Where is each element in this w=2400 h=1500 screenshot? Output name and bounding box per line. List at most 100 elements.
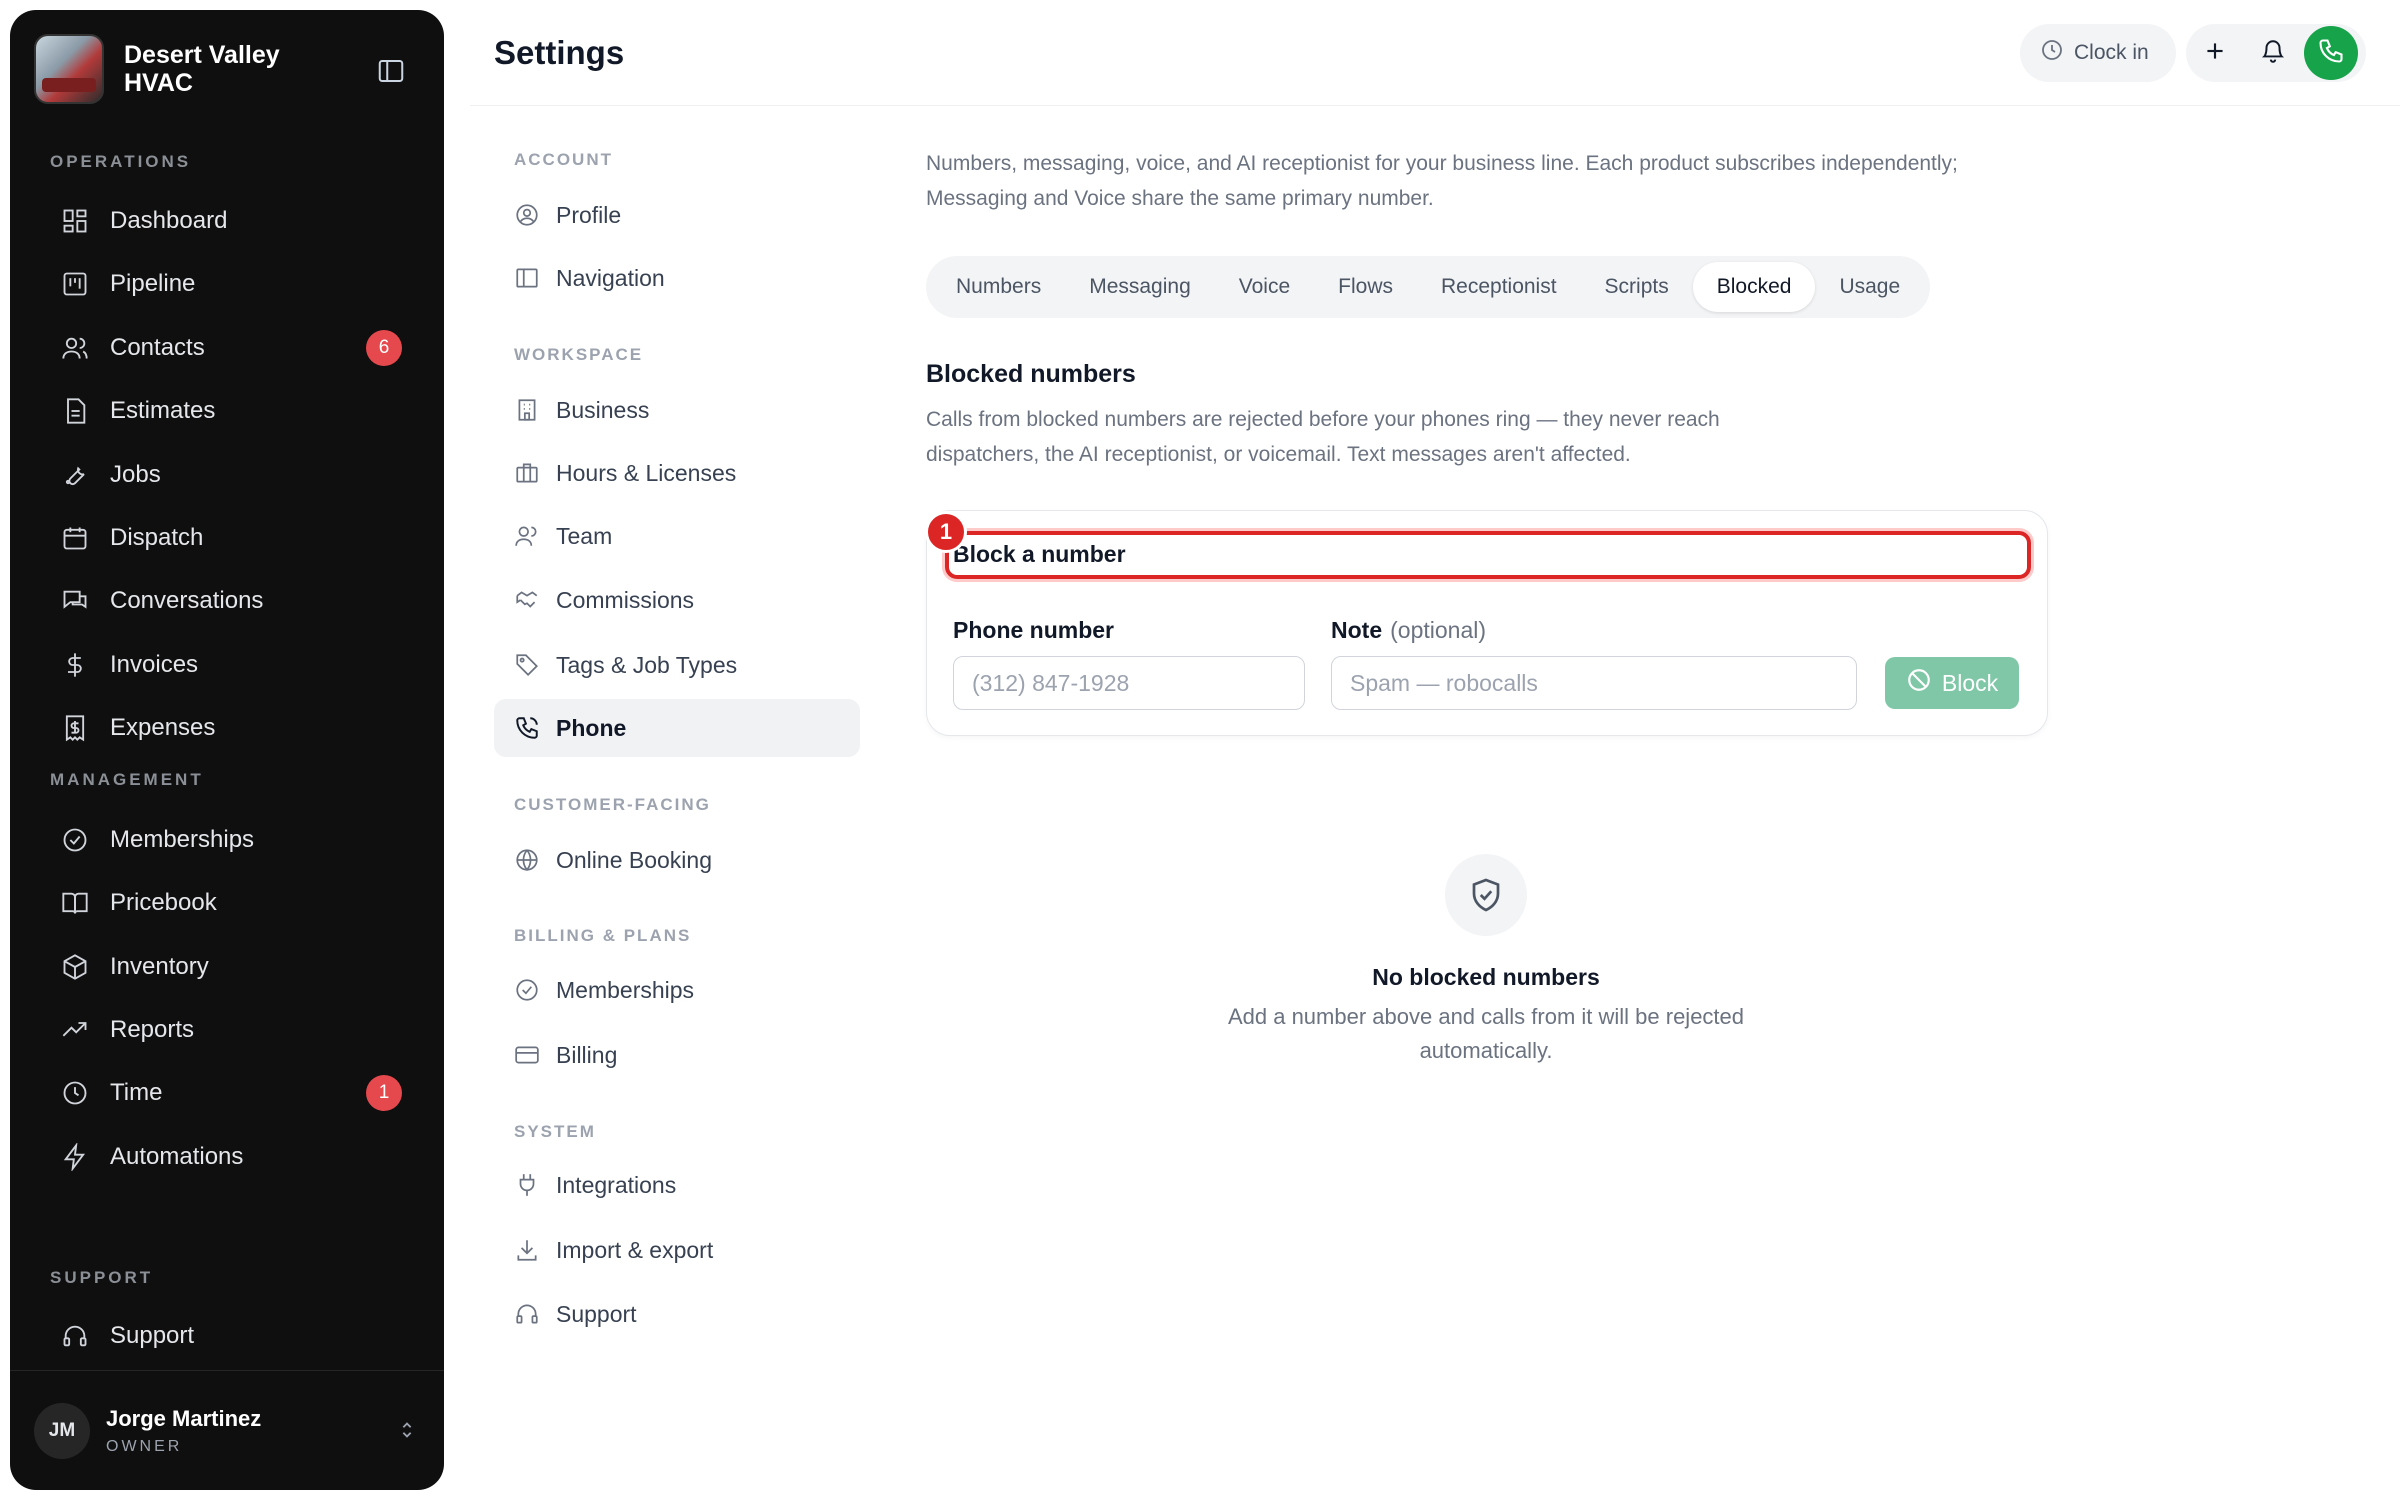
tab-receptionist[interactable]: Receptionist bbox=[1417, 262, 1581, 312]
settings-item-commissions[interactable]: Commissions bbox=[494, 571, 860, 629]
note-optional-hint: (optional) bbox=[1390, 617, 1487, 643]
clock-in-button[interactable]: Clock in bbox=[2020, 24, 2176, 82]
user-menu[interactable]: JM Jorge Martinez OWNER bbox=[10, 1370, 444, 1490]
phone-settings-intro: Numbers, messaging, voice, and AI recept… bbox=[926, 152, 1958, 210]
building-icon bbox=[512, 395, 542, 425]
sidebar-item-label: Jobs bbox=[110, 461, 161, 488]
sidebar-item-estimates[interactable]: Estimates bbox=[44, 383, 420, 439]
note-input[interactable] bbox=[1331, 656, 1857, 710]
settings-item-label: Commissions bbox=[556, 586, 695, 613]
settings-item-business[interactable]: Business bbox=[494, 381, 860, 439]
sidebar-item-pricebook[interactable]: Pricebook bbox=[44, 875, 420, 931]
settings-item-hours-licenses[interactable]: Hours & Licenses bbox=[494, 444, 860, 502]
settings-item-team[interactable]: Team bbox=[494, 507, 860, 565]
settings-item-profile[interactable]: Profile bbox=[494, 186, 860, 244]
settings-item-label: Phone bbox=[556, 714, 627, 741]
settings-section-system: SYSTEM bbox=[514, 1122, 596, 1141]
tab-numbers[interactable]: Numbers bbox=[932, 262, 1065, 312]
sidebar-item-memberships[interactable]: Memberships bbox=[44, 812, 420, 868]
check-circle-icon bbox=[512, 975, 542, 1005]
settings-item-memberships[interactable]: Memberships bbox=[494, 961, 860, 1019]
tab-usage[interactable]: Usage bbox=[1815, 262, 1924, 312]
sidebar-item-inventory[interactable]: Inventory bbox=[44, 939, 420, 995]
settings-item-import-export[interactable]: Import & export bbox=[494, 1221, 860, 1279]
block-number-card-title: Block a number bbox=[953, 541, 1126, 567]
plug-icon bbox=[512, 1170, 542, 1200]
settings-item-phone[interactable]: Phone bbox=[494, 699, 860, 757]
settings-item-label: Business bbox=[556, 396, 650, 423]
sidebar-item-contacts[interactable]: Contacts 6 bbox=[44, 320, 420, 376]
clock-in-label: Clock in bbox=[2074, 41, 2149, 64]
settings-item-integrations[interactable]: Integrations bbox=[494, 1156, 860, 1214]
settings-item-label: Import & export bbox=[556, 1236, 714, 1263]
settings-item-label: Navigation bbox=[556, 264, 665, 291]
settings-item-navigation[interactable]: Navigation bbox=[494, 249, 860, 307]
sidebar-item-time[interactable]: Time 1 bbox=[44, 1065, 420, 1121]
block-button[interactable]: Block bbox=[1885, 657, 2019, 709]
settings-item-support[interactable]: Support bbox=[494, 1285, 860, 1343]
phone-dialer-button[interactable] bbox=[2304, 26, 2358, 80]
sidebar-item-dashboard[interactable]: Dashboard bbox=[44, 193, 420, 249]
ban-icon bbox=[1906, 667, 1932, 699]
sidebar-item-expenses[interactable]: Expenses bbox=[44, 700, 420, 756]
sidebar-item-label: Contacts bbox=[110, 334, 205, 361]
clock-icon bbox=[2040, 38, 2064, 68]
settings-item-billing[interactable]: Billing bbox=[494, 1026, 860, 1084]
settings-item-label: Billing bbox=[556, 1041, 618, 1068]
sidebar-item-label: Estimates bbox=[110, 397, 216, 424]
receipt-icon bbox=[58, 711, 92, 745]
settings-item-label: Online Booking bbox=[556, 846, 712, 873]
notifications-button[interactable] bbox=[2244, 24, 2302, 82]
settings-item-tags-job-types[interactable]: Tags & Job Types bbox=[494, 636, 860, 694]
sidebar-item-invoices[interactable]: Invoices bbox=[44, 637, 420, 693]
settings-item-label: Tags & Job Types bbox=[556, 651, 738, 678]
sidebar-item-label: Invoices bbox=[110, 651, 199, 678]
settings-section-workspace: WORKSPACE bbox=[514, 345, 644, 364]
tab-scripts[interactable]: Scripts bbox=[1581, 262, 1693, 312]
brand[interactable]: Desert Valley HVAC bbox=[34, 34, 324, 104]
shield-check-icon bbox=[1445, 854, 1527, 936]
estimates-icon bbox=[58, 394, 92, 428]
settings-item-label: Integrations bbox=[556, 1171, 677, 1198]
sidebar-item-label: Pricebook bbox=[110, 889, 217, 916]
settings-item-online-booking[interactable]: Online Booking bbox=[494, 831, 860, 889]
add-button[interactable] bbox=[2186, 24, 2244, 82]
brand-logo bbox=[34, 34, 104, 104]
sidebar-item-dispatch[interactable]: Dispatch bbox=[44, 510, 420, 566]
empty-state-description: Add a number above and calls from it wil… bbox=[1227, 1004, 1745, 1063]
box-icon bbox=[58, 950, 92, 984]
sidebar-item-conversations[interactable]: Conversations bbox=[44, 573, 420, 629]
tab-voice[interactable]: Voice bbox=[1215, 262, 1314, 312]
settings-section-account: ACCOUNT bbox=[514, 150, 613, 169]
page-title: Settings bbox=[494, 34, 625, 71]
headset-icon bbox=[512, 1299, 542, 1329]
sidebar-item-pipeline[interactable]: Pipeline bbox=[44, 256, 420, 312]
clock-icon bbox=[58, 1076, 92, 1110]
dashboard-icon bbox=[58, 204, 92, 238]
settings-item-label: Support bbox=[556, 1300, 637, 1327]
sidebar-item-label: Memberships bbox=[110, 826, 255, 853]
blocked-numbers-description: Calls from blocked numbers are rejected … bbox=[926, 408, 1720, 466]
sidebar-item-jobs[interactable]: Jobs bbox=[44, 447, 420, 503]
tab-blocked[interactable]: Blocked bbox=[1692, 262, 1816, 312]
headset-icon bbox=[58, 1319, 92, 1353]
brand-name: Desert Valley HVAC bbox=[124, 41, 280, 97]
tab-flows[interactable]: Flows bbox=[1314, 262, 1417, 312]
dollar-icon bbox=[58, 648, 92, 682]
sidebar-item-support[interactable]: Support bbox=[44, 1308, 420, 1364]
sidebar-layout-icon bbox=[512, 263, 542, 293]
phone-number-input[interactable] bbox=[953, 656, 1305, 710]
sidebar: Desert Valley HVAC OPERATIONS Dashboard … bbox=[10, 10, 444, 1490]
settings-section-customer-facing: CUSTOMER-FACING bbox=[514, 795, 711, 814]
user-name: Jorge Martinez bbox=[106, 1405, 262, 1431]
settings-section-billing: BILLING & PLANS bbox=[514, 926, 692, 945]
tag-icon bbox=[512, 650, 542, 680]
credit-card-icon bbox=[512, 1040, 542, 1070]
tab-messaging[interactable]: Messaging bbox=[1065, 262, 1215, 312]
user-role: OWNER bbox=[106, 1437, 183, 1455]
sidebar-collapse-icon[interactable] bbox=[376, 56, 406, 86]
sidebar-item-automations[interactable]: Automations bbox=[44, 1129, 420, 1185]
briefcase-icon bbox=[512, 458, 542, 488]
sidebar-item-reports[interactable]: Reports bbox=[44, 1002, 420, 1058]
sidebar-item-label: Pipeline bbox=[110, 270, 196, 297]
